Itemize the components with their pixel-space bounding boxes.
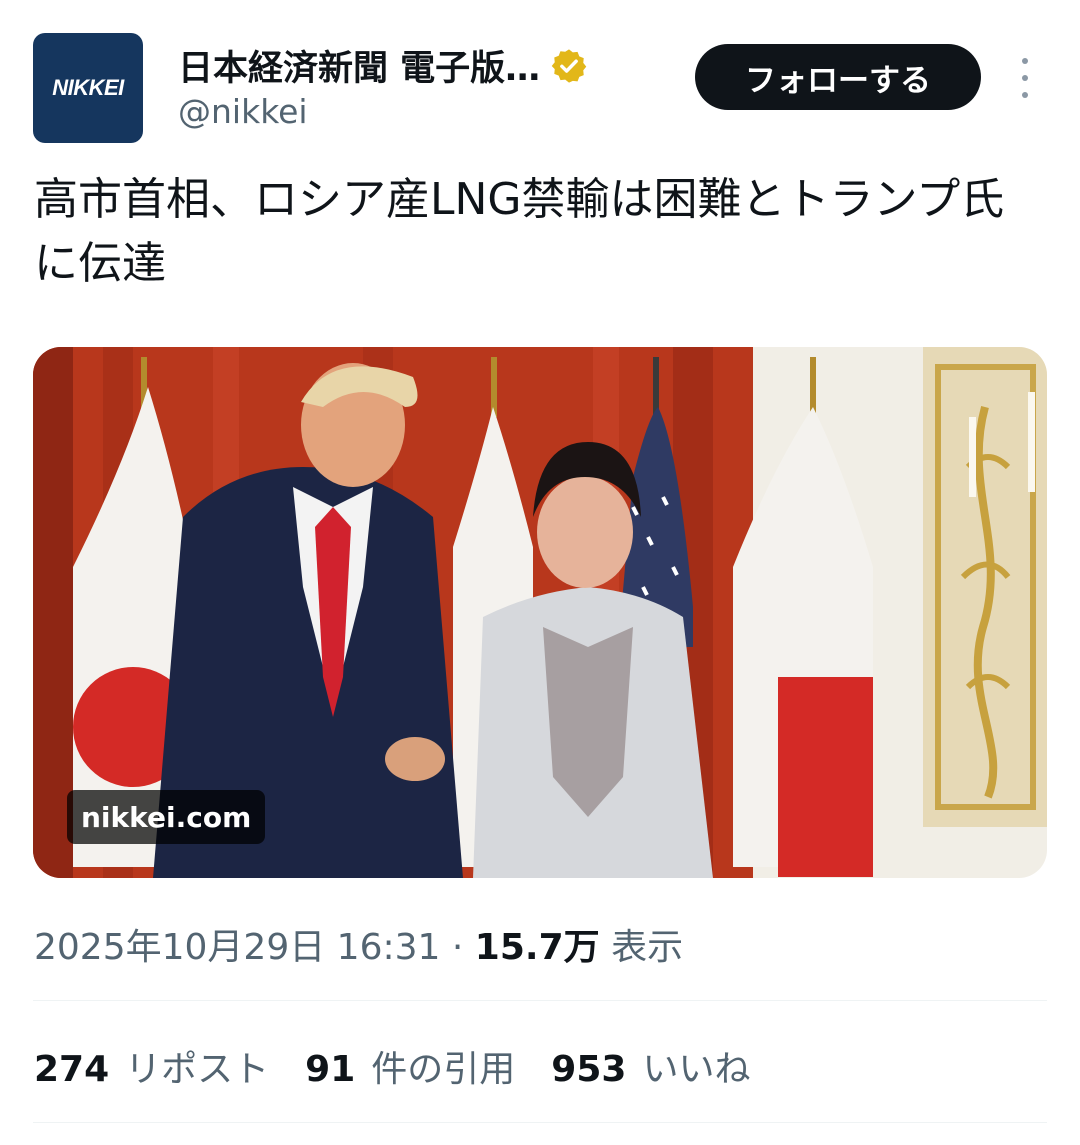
reposts-count: 274 bbox=[34, 1049, 110, 1090]
divider bbox=[33, 1000, 1047, 1001]
quotes-label: 件の引用 bbox=[371, 1049, 516, 1090]
views-label: 表示 bbox=[611, 927, 684, 968]
likes-stat[interactable]: 953 いいね bbox=[551, 1040, 750, 1092]
dot bbox=[1022, 92, 1028, 98]
author-display-name[interactable]: 日本経済新聞 電子版… bbox=[178, 40, 540, 91]
quotes-stat[interactable]: 91 件の引用 bbox=[305, 1040, 515, 1092]
views-count: 15.7万 bbox=[474, 927, 600, 968]
tweet-text: 高市首相、ロシア産LNG禁輸は困難とトランプ氏に伝達 bbox=[34, 174, 1005, 289]
follow-button[interactable]: フォローする bbox=[695, 44, 981, 110]
engagement-stats: 274 リポスト 91 件の引用 953 いいね bbox=[34, 1040, 786, 1092]
timestamp[interactable]: 2025年10月29日 16:31 bbox=[34, 927, 440, 968]
dot bbox=[1022, 58, 1028, 64]
account-avatar[interactable]: NIKKEI bbox=[33, 33, 143, 143]
meta-separator: · bbox=[451, 927, 464, 968]
tweet-photo[interactable]: nikkei.com bbox=[33, 347, 1047, 878]
media-source-badge: nikkei.com bbox=[67, 790, 266, 844]
author-handle[interactable]: @nikkei bbox=[178, 92, 308, 131]
dot bbox=[1022, 75, 1028, 81]
verified-badge-icon bbox=[551, 48, 587, 83]
author-name-row: 日本経済新聞 電子版… bbox=[178, 40, 588, 91]
reposts-stat[interactable]: 274 リポスト bbox=[34, 1040, 269, 1092]
avatar-logo-text: NIKKEI bbox=[52, 75, 124, 100]
more-options-icon[interactable] bbox=[1010, 58, 1040, 98]
quotes-count: 91 bbox=[305, 1049, 356, 1090]
tweet-meta: 2025年10月29日 16:31 · 15.7万 表示 bbox=[34, 918, 683, 970]
reposts-label: リポスト bbox=[125, 1049, 270, 1090]
divider bbox=[33, 1122, 1047, 1123]
likes-label: いいね bbox=[642, 1049, 751, 1090]
likes-count: 953 bbox=[551, 1049, 627, 1090]
